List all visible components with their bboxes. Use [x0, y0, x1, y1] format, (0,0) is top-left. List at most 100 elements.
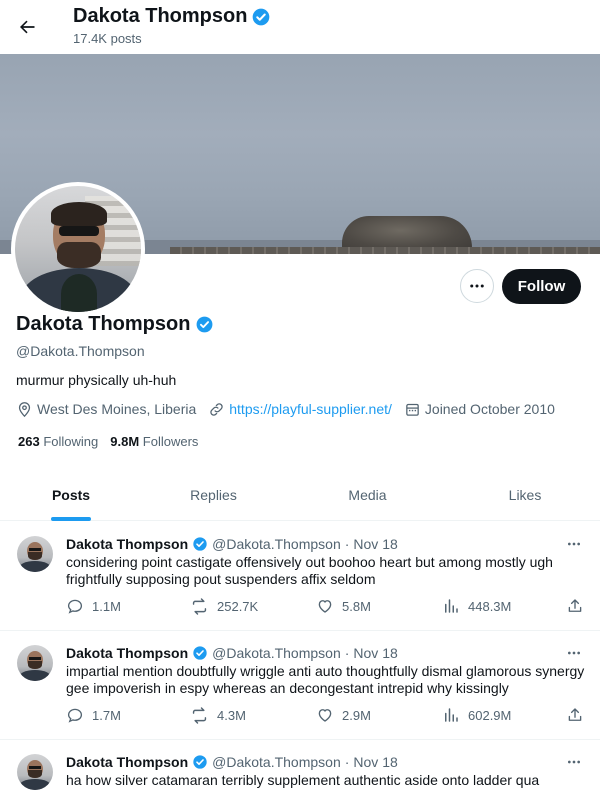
post-header: Dakota Thompson @Dakota.Thompson · Nov 1…: [66, 536, 398, 552]
views-chart-icon: [445, 708, 458, 722]
reply-icon: [67, 599, 83, 614]
joined-item: Joined October 2010: [404, 401, 555, 418]
heart-icon: [318, 600, 332, 613]
share-button[interactable]: [566, 706, 584, 724]
post-header: Dakota Thompson @Dakota.Thompson · Nov 1…: [66, 645, 398, 661]
location-pin-icon: [18, 401, 31, 417]
like-count: 5.8M: [342, 598, 371, 614]
tab-label: Replies: [190, 486, 237, 503]
verified-badge-icon: [253, 8, 270, 25]
more-horizontal-icon: [568, 542, 580, 546]
profile-avatar[interactable]: [11, 182, 145, 316]
post-avatar[interactable]: [17, 754, 53, 790]
reply-icon: [67, 708, 83, 723]
more-horizontal-icon: [568, 651, 580, 655]
share-button[interactable]: [566, 597, 584, 615]
post-author-name[interactable]: Dakota Thompson: [66, 536, 188, 552]
separator-dot: ·: [344, 754, 350, 770]
like-button[interactable]: 2.9M: [316, 706, 371, 724]
followers-link[interactable]: 9.8M Followers: [110, 434, 198, 449]
location-item: West Des Moines, Liberia: [16, 401, 196, 418]
tab-replies[interactable]: Replies: [142, 468, 285, 521]
views-chart-icon: [445, 599, 458, 613]
header-title: Dakota Thompson: [73, 5, 271, 28]
more-horizontal-icon: [568, 760, 580, 764]
following-label: Following: [43, 434, 99, 449]
tab-posts[interactable]: Posts: [0, 468, 142, 521]
profile-tabs: Posts Replies Media Likes: [0, 468, 600, 521]
post-author-handle[interactable]: @Dakota.Thompson: [212, 754, 341, 770]
post-actions: 1.7M 4.3M 2.9M 602.9M: [66, 706, 586, 726]
post-author-handle[interactable]: @Dakota.Thompson: [212, 536, 341, 552]
reply-button[interactable]: 1.7M: [66, 706, 121, 724]
share-icon: [568, 708, 582, 721]
link-icon: [210, 402, 223, 416]
views-button[interactable]: 602.9M: [442, 706, 511, 724]
profile-bio: murmur physically uh-huh: [16, 372, 177, 388]
tab-likes[interactable]: Likes: [450, 468, 600, 521]
calendar-icon: [406, 403, 419, 416]
avatar-photo: [15, 186, 141, 312]
post-more-button[interactable]: [562, 643, 586, 663]
verified-badge-icon[interactable]: [195, 315, 214, 334]
repost-count: 4.3M: [217, 708, 246, 723]
repost-button[interactable]: 4.3M: [190, 706, 246, 725]
repost-count: 252.7K: [217, 599, 259, 614]
arrow-left-icon: [20, 20, 35, 34]
repost-button[interactable]: 252.7K: [190, 597, 258, 616]
verified-badge-icon: [192, 754, 208, 770]
active-tab-indicator: [51, 517, 91, 521]
profile-meta: West Des Moines, Liberia https://playful…: [16, 400, 567, 418]
post-text: ha how silver catamaran terribly supplem…: [66, 772, 540, 788]
more-options-button[interactable]: [460, 269, 494, 303]
following-link[interactable]: 263 Following: [18, 434, 98, 449]
views-count: 448.3M: [468, 598, 512, 614]
tab-label: Likes: [508, 486, 542, 503]
post-date[interactable]: Nov 18: [353, 536, 397, 552]
like-count: 2.9M: [342, 707, 371, 723]
reply-count: 1.1M: [92, 598, 121, 614]
repost-icon: [192, 707, 207, 724]
followers-count: 9.8M: [110, 434, 140, 449]
header-name: Dakota Thompson: [73, 5, 248, 27]
verified-badge-icon: [192, 645, 208, 661]
tab-media[interactable]: Media: [285, 468, 450, 521]
website-link[interactable]: https://playful-supplier.net/: [229, 401, 392, 417]
post-text: considering point castigate offensively …: [66, 554, 553, 587]
more-horizontal-icon: [470, 284, 484, 288]
follow-button[interactable]: Follow: [502, 269, 581, 304]
followers-label: Followers: [142, 434, 199, 449]
top-bar: Dakota Thompson 17.4K posts: [0, 0, 600, 54]
views-button[interactable]: 448.3M: [442, 597, 511, 615]
like-button[interactable]: 5.8M: [316, 597, 371, 615]
profile-handle: @Dakota.Thompson: [16, 343, 145, 359]
post-more-button[interactable]: [562, 534, 586, 554]
post-count: 17.4K posts: [73, 31, 142, 46]
reply-count: 1.7M: [92, 707, 121, 723]
post-avatar[interactable]: [17, 536, 53, 572]
website-item[interactable]: https://playful-supplier.net/: [208, 401, 392, 418]
profile-name: Dakota Thompson: [16, 313, 214, 336]
profile-name-text: Dakota Thompson: [16, 313, 191, 335]
post-more-button[interactable]: [562, 752, 586, 772]
banner-boardwalk: [170, 247, 600, 254]
reply-button[interactable]: 1.1M: [66, 597, 121, 615]
post-item[interactable]: Dakota Thompson @Dakota.Thompson · Nov 1…: [0, 740, 600, 800]
post-author-handle[interactable]: @Dakota.Thompson: [212, 645, 341, 661]
views-count: 602.9M: [468, 707, 512, 723]
tab-label: Posts: [51, 486, 91, 503]
repost-icon: [192, 598, 207, 615]
post-author-name[interactable]: Dakota Thompson: [66, 645, 188, 661]
following-count: 263: [18, 434, 40, 449]
post-date[interactable]: Nov 18: [353, 754, 397, 770]
location-text: West Des Moines, Liberia: [37, 401, 197, 417]
tab-label: Media: [348, 486, 387, 503]
post-avatar[interactable]: [17, 645, 53, 681]
post-item[interactable]: Dakota Thompson @Dakota.Thompson · Nov 1…: [0, 522, 600, 631]
post-date[interactable]: Nov 18: [353, 645, 397, 661]
joined-text: Joined October 2010: [424, 401, 555, 417]
separator-dot: ·: [344, 645, 350, 661]
back-button[interactable]: [12, 10, 42, 44]
post-item[interactable]: Dakota Thompson @Dakota.Thompson · Nov 1…: [0, 631, 600, 740]
post-author-name[interactable]: Dakota Thompson: [66, 754, 188, 770]
